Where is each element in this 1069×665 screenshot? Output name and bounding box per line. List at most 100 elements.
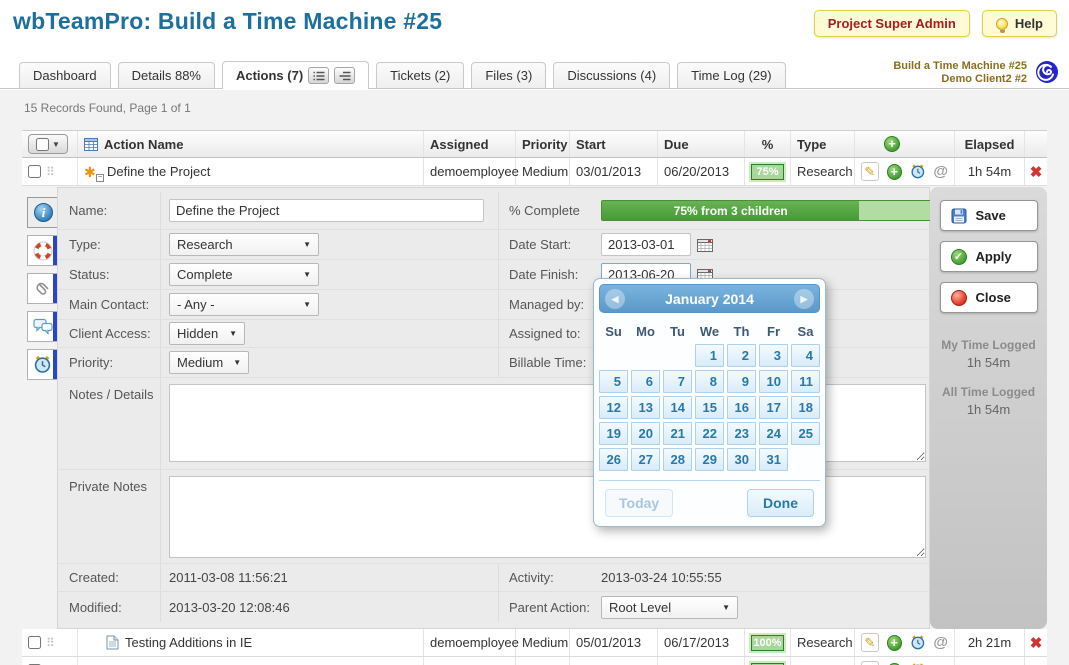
name-input[interactable] [169,199,484,222]
calendar-icon[interactable] [697,238,713,252]
list-view-toggle-button[interactable] [308,67,329,84]
close-button[interactable]: Close [940,282,1038,313]
day-cell[interactable]: 28 [663,448,692,471]
select-all-checkbox[interactable] [36,138,49,151]
action-name[interactable]: Testing Additions in IE [125,635,252,650]
day-cell[interactable]: 25 [791,422,820,445]
form-tab-attachments[interactable] [27,273,58,304]
col-action-name[interactable]: Action Name [104,137,183,152]
day-cell[interactable]: 13 [631,396,660,419]
delete-icon[interactable]: ✖ [1030,163,1043,181]
col-assigned[interactable]: Assigned [430,137,489,152]
day-cell[interactable]: 16 [727,396,756,419]
timer-icon[interactable] [910,163,926,180]
col-priority[interactable]: Priority [522,137,568,152]
day-cell[interactable]: 2 [727,344,756,367]
day-cell[interactable]: 14 [663,396,692,419]
status-select[interactable]: Complete▼ [169,263,319,286]
day-cell[interactable]: 17 [759,396,788,419]
day-cell[interactable]: 1 [695,344,724,367]
day-cell[interactable]: 3 [759,344,788,367]
day-cell[interactable]: 9 [727,370,756,393]
tab-details[interactable]: Details 88% [118,62,215,88]
help-button[interactable]: Help [982,10,1057,37]
add-subaction-icon[interactable]: + [887,635,902,651]
action-name[interactable]: Define the Project [107,164,210,179]
datepicker-grid: 1 2 3 4 5 6 7 8 9 10 11 12 13 14 15 16 1… [599,344,820,471]
day-cell[interactable]: 26 [599,448,628,471]
followup-spiral-icon[interactable]: @ [933,634,948,651]
datepicker-header: ◀ January 2014 ▶ [599,284,820,313]
day-cell[interactable]: 4 [791,344,820,367]
day-cell[interactable]: 23 [727,422,756,445]
outline-view-toggle-button[interactable] [334,67,355,84]
day-cell[interactable]: 29 [695,448,724,471]
form-tab-support[interactable] [27,235,58,266]
select-all-dropdown-button[interactable]: ▼ [28,134,68,154]
day-cell[interactable]: 11 [791,370,820,393]
next-month-button[interactable]: ▶ [794,289,814,309]
col-percent[interactable]: % [762,137,774,152]
main-contact-select[interactable]: - Any -▼ [169,293,319,316]
day-cell[interactable]: 19 [599,422,628,445]
tab-discussions[interactable]: Discussions (4) [553,62,670,88]
date-start-input[interactable] [601,233,691,256]
day-cell[interactable]: 8 [695,370,724,393]
form-tab-info[interactable]: i [27,197,60,228]
day-cell[interactable]: 31 [759,448,788,471]
save-button[interactable]: Save [940,200,1038,231]
add-action-button[interactable]: + [884,136,900,152]
add-subaction-icon[interactable]: + [887,164,902,180]
col-due[interactable]: Due [664,137,689,152]
timer-icon[interactable] [910,634,926,651]
tab-timelog[interactable]: Time Log (29) [677,62,785,88]
day-cell[interactable]: 21 [663,422,692,445]
col-type[interactable]: Type [797,137,826,152]
day-cell[interactable]: 6 [631,370,660,393]
day-cell[interactable]: 7 [663,370,692,393]
type-select[interactable]: Research▼ [169,233,319,256]
project-super-admin-button[interactable]: Project Super Admin [814,10,970,37]
check-circle-icon: ✓ [951,249,967,265]
edit-icon[interactable]: ✎ [861,661,879,665]
day-cell[interactable]: 22 [695,422,724,445]
drag-handle[interactable]: ⠿ [46,638,55,648]
row-checkbox[interactable] [28,165,41,178]
done-button[interactable]: Done [747,489,814,517]
prev-month-button[interactable]: ◀ [605,289,625,309]
action-collapse-icon[interactable]: ✱− [84,164,101,180]
activity-value: 2013-03-24 10:55:55 [601,570,722,585]
priority-select[interactable]: Medium▼ [169,351,249,374]
tab-actions[interactable]: Actions (7) [222,61,369,89]
drag-handle[interactable]: ⠿ [46,167,55,177]
day-cell[interactable]: 24 [759,422,788,445]
col-elapsed[interactable]: Elapsed [965,137,1015,152]
day-cell[interactable]: 30 [727,448,756,471]
form-tab-discussions[interactable] [27,311,58,342]
apply-button[interactable]: ✓ Apply [940,241,1038,272]
day-cell[interactable]: 10 [759,370,788,393]
tab-tickets[interactable]: Tickets (2) [376,62,464,88]
tab-files[interactable]: Files (3) [471,62,546,88]
delete-icon[interactable]: ✖ [1030,634,1043,652]
day-cell[interactable]: 5 [599,370,628,393]
help-button-label: Help [1015,16,1043,31]
red-circle-icon [951,290,967,306]
client-access-select[interactable]: Hidden▼ [169,322,245,345]
day-cell[interactable]: 12 [599,396,628,419]
edit-icon[interactable]: ✎ [861,162,879,181]
col-start[interactable]: Start [576,137,606,152]
row-checkbox[interactable] [28,636,41,649]
followup-spiral-icon[interactable]: @ [933,163,948,180]
day-cell[interactable]: 20 [631,422,660,445]
form-tab-timelog[interactable] [27,349,58,380]
day-cell[interactable]: 27 [631,448,660,471]
day-cell[interactable]: 15 [695,396,724,419]
action-edit-form: i [0,187,1069,629]
tab-dashboard[interactable]: Dashboard [19,62,111,88]
parent-action-select[interactable]: Root Level▼ [601,596,738,619]
edit-icon[interactable]: ✎ [861,633,879,652]
day-cell[interactable]: 18 [791,396,820,419]
delete-icon[interactable]: ✖ [1030,662,1043,665]
today-button[interactable]: Today [605,489,673,517]
